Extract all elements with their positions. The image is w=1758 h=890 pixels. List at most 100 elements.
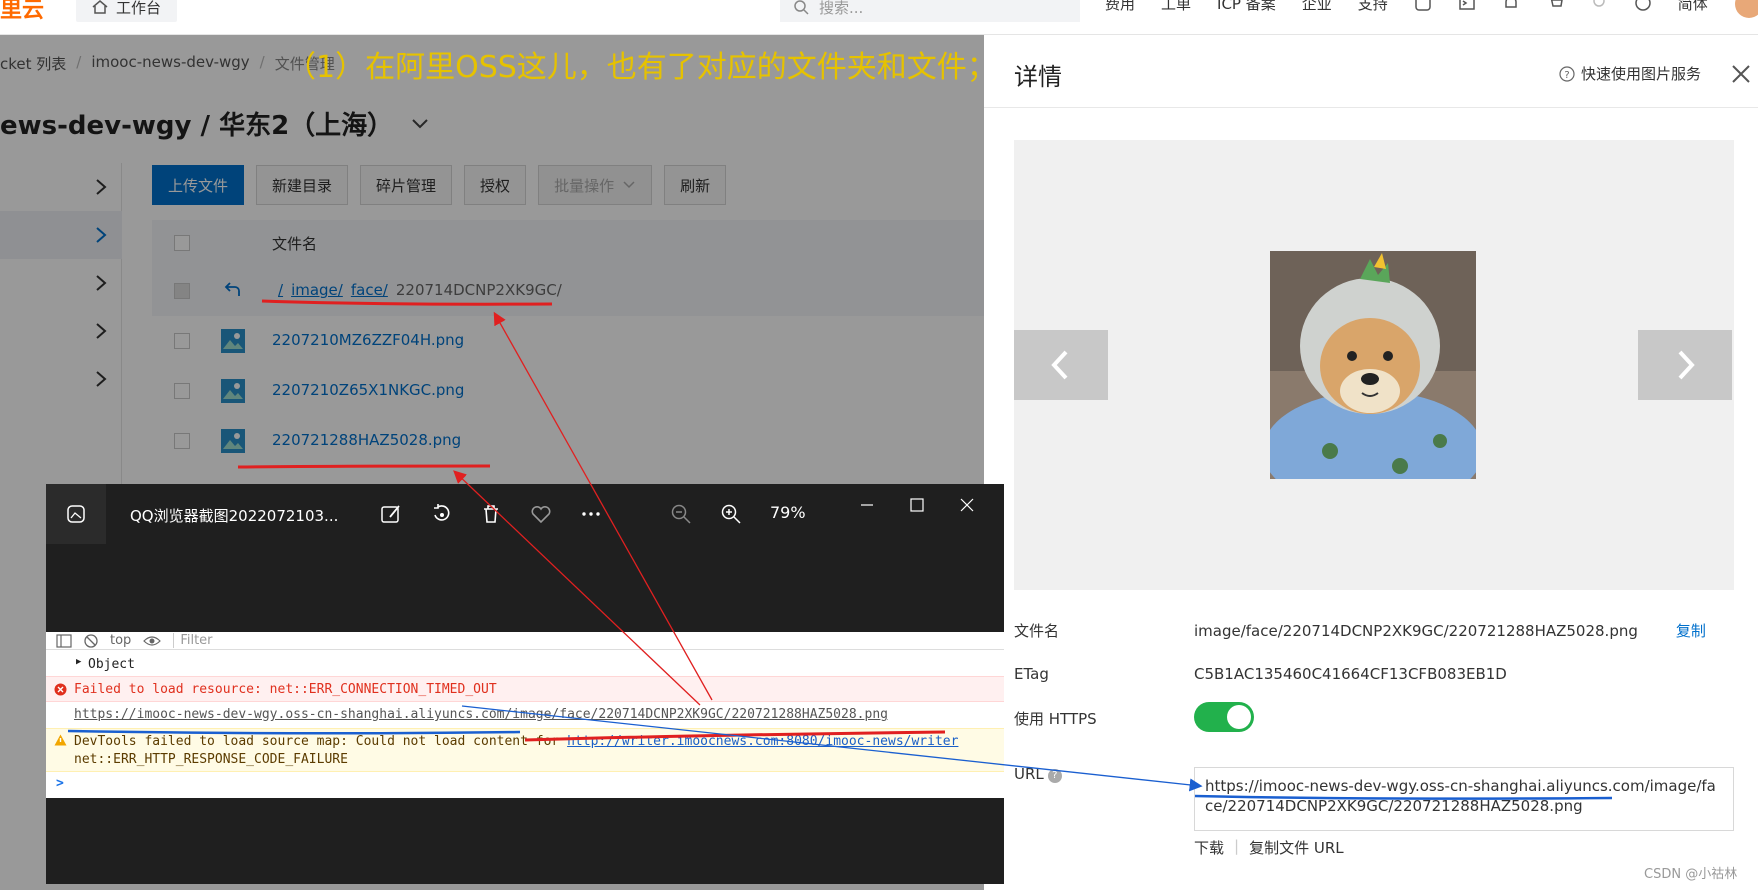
rotate-icon[interactable] <box>430 503 452 525</box>
image-file-icon <box>221 429 245 453</box>
minimize-icon[interactable] <box>858 496 876 514</box>
aliyun-logo[interactable]: 里云 <box>0 0 44 24</box>
divider <box>984 107 1758 108</box>
search-input[interactable]: 搜索... <box>780 0 1080 22</box>
eye-icon[interactable] <box>143 635 162 647</box>
nav-enterprise[interactable]: 企业 <box>1302 0 1332 14</box>
language-switch[interactable]: 简体 <box>1678 0 1708 14</box>
table-row[interactable]: 220721288HAZ5028.png <box>152 416 984 466</box>
maximize-icon[interactable] <box>908 496 926 514</box>
cart-icon[interactable] <box>1546 0 1564 12</box>
console-prompt[interactable]: > <box>46 774 1004 796</box>
breadcrumb-bucket[interactable]: imooc-news-dev-wgy <box>91 53 249 74</box>
copy-filename-link[interactable]: 复制 <box>1676 622 1706 640</box>
edit-image-icon[interactable] <box>380 503 402 525</box>
batch-operation-button[interactable]: 批量操作 <box>538 165 653 205</box>
close-window-icon[interactable] <box>958 496 976 514</box>
nav-row[interactable] <box>0 163 122 211</box>
close-icon[interactable] <box>1730 63 1752 85</box>
console-warning-link[interactable]: http://writer.imoocnews.com:8080/imooc-n… <box>567 734 958 749</box>
authorize-button[interactable]: 授权 <box>464 165 527 205</box>
zoom-out-icon[interactable] <box>670 503 692 525</box>
fragment-manage-button[interactable]: 碎片管理 <box>360 165 453 205</box>
nav-row[interactable] <box>0 259 122 307</box>
prev-image-button[interactable] <box>1014 330 1108 400</box>
new-directory-button[interactable]: 新建目录 <box>256 165 349 205</box>
error-icon <box>54 683 67 696</box>
more-icon[interactable] <box>580 503 602 525</box>
nav-cost[interactable]: 费用 <box>1105 0 1135 14</box>
etag-value: C5B1AC135460C41664CF13CFB083EB1D <box>1194 665 1507 683</box>
download-link[interactable]: 下载 <box>1194 837 1224 858</box>
watermark: CSDN @小祜林 <box>1644 867 1738 882</box>
path-face-link[interactable]: face/ <box>351 281 388 299</box>
svg-text:?: ? <box>1564 70 1569 81</box>
help-circle-icon: ? <box>1559 65 1575 82</box>
top-bar: 里云 工作台 搜索... 费用 工单 ICP 备案 企业 支持 简体 <box>0 0 1758 35</box>
table-row[interactable]: 2207210Z65X1NKGC.png <box>152 366 984 416</box>
nav-row[interactable] <box>0 355 122 403</box>
workbench-button[interactable]: 工作台 <box>76 0 178 22</box>
filename-label: 文件名 <box>1014 622 1060 640</box>
zoom-level[interactable]: 79% <box>770 503 806 522</box>
nav-ticket[interactable]: 工单 <box>1161 0 1191 14</box>
sidebar-toggle-icon[interactable] <box>56 633 72 648</box>
terminal-icon[interactable] <box>1458 0 1476 12</box>
row-checkbox[interactable] <box>174 433 190 449</box>
bucket-title-text: ews-dev-wgy / 华东2（上海） <box>0 111 394 141</box>
path-image-link[interactable]: image/ <box>291 281 343 299</box>
row-checkbox[interactable] <box>174 383 190 399</box>
zoom-in-icon[interactable] <box>720 503 742 525</box>
chevron-down-icon[interactable] <box>411 118 429 130</box>
nav-row[interactable] <box>0 307 122 355</box>
file-name-link[interactable]: 2207210Z65X1NKGC.png <box>272 381 464 399</box>
console-error-url[interactable]: https://imooc-news-dev-wgy.oss-cn-shangh… <box>74 707 888 722</box>
url-textbox[interactable]: https://imooc-news-dev-wgy.oss-cn-shangh… <box>1194 767 1734 831</box>
help-icon[interactable] <box>1634 0 1652 12</box>
home-icon <box>92 0 108 14</box>
select-all-checkbox[interactable] <box>174 235 190 251</box>
viewer-app-button[interactable] <box>46 484 106 544</box>
row-checkbox[interactable] <box>174 283 190 299</box>
etag-label: ETag <box>1014 665 1049 683</box>
console-object-line[interactable]: ▶ Object <box>46 654 1004 676</box>
panel-title: 详情 <box>1014 63 1062 91</box>
back-icon[interactable] <box>220 278 246 304</box>
bell-icon[interactable] <box>1502 0 1520 12</box>
heart-icon[interactable] <box>530 503 552 525</box>
refresh-button[interactable]: 刷新 <box>664 165 727 205</box>
next-image-button[interactable] <box>1638 330 1732 400</box>
avatar[interactable] <box>1735 0 1758 18</box>
expand-triangle-icon: ▶ <box>76 657 82 667</box>
nav-support[interactable]: 支持 <box>1358 0 1388 14</box>
file-name-link[interactable]: 220721288HAZ5028.png <box>272 431 461 449</box>
row-checkbox[interactable] <box>174 333 190 349</box>
https-label: 使用 HTTPS <box>1014 710 1097 728</box>
trash-icon[interactable] <box>480 503 502 525</box>
bulb-icon[interactable] <box>1590 0 1608 12</box>
console-filter-input[interactable]: Filter <box>173 633 213 648</box>
quick-image-service-link[interactable]: ? 快速使用图片服务 <box>1559 63 1701 84</box>
context-select[interactable]: top <box>110 633 131 648</box>
file-name-link[interactable]: 2207210MZ6ZZF04H.png <box>272 331 464 349</box>
breadcrumb-bucket-list[interactable]: cket 列表 <box>0 53 66 74</box>
toggle-knob <box>1227 705 1251 729</box>
path-root-link[interactable]: / <box>278 281 283 299</box>
console-warning-line2: net::ERR_HTTP_RESPONSE_CODE_FAILURE <box>74 752 348 767</box>
help-icon[interactable]: ? <box>1047 769 1062 783</box>
action-separator: | <box>1234 837 1240 855</box>
nav-row-active[interactable] <box>0 211 122 259</box>
file-table: 文件名 / image/ face/ 220714DCNP2XK9GC/ 220… <box>152 220 984 466</box>
copy-url-link[interactable]: 复制文件 URL <box>1249 837 1344 858</box>
clear-console-icon[interactable] <box>84 633 98 648</box>
https-toggle[interactable] <box>1194 702 1254 732</box>
table-row[interactable]: 2207210MZ6ZZF04H.png <box>152 316 984 366</box>
nav-icp[interactable]: ICP 备案 <box>1217 0 1276 14</box>
left-nav <box>0 163 122 493</box>
url-label-row: URL? <box>1014 765 1062 783</box>
file-toolbar: 上传文件 新建目录 碎片管理 授权 批量操作 刷新 <box>152 165 727 205</box>
upload-button[interactable]: 上传文件 <box>152 165 245 205</box>
app-icon[interactable] <box>1414 0 1432 12</box>
search-placeholder: 搜索... <box>819 0 864 17</box>
image-file-icon <box>221 379 245 403</box>
